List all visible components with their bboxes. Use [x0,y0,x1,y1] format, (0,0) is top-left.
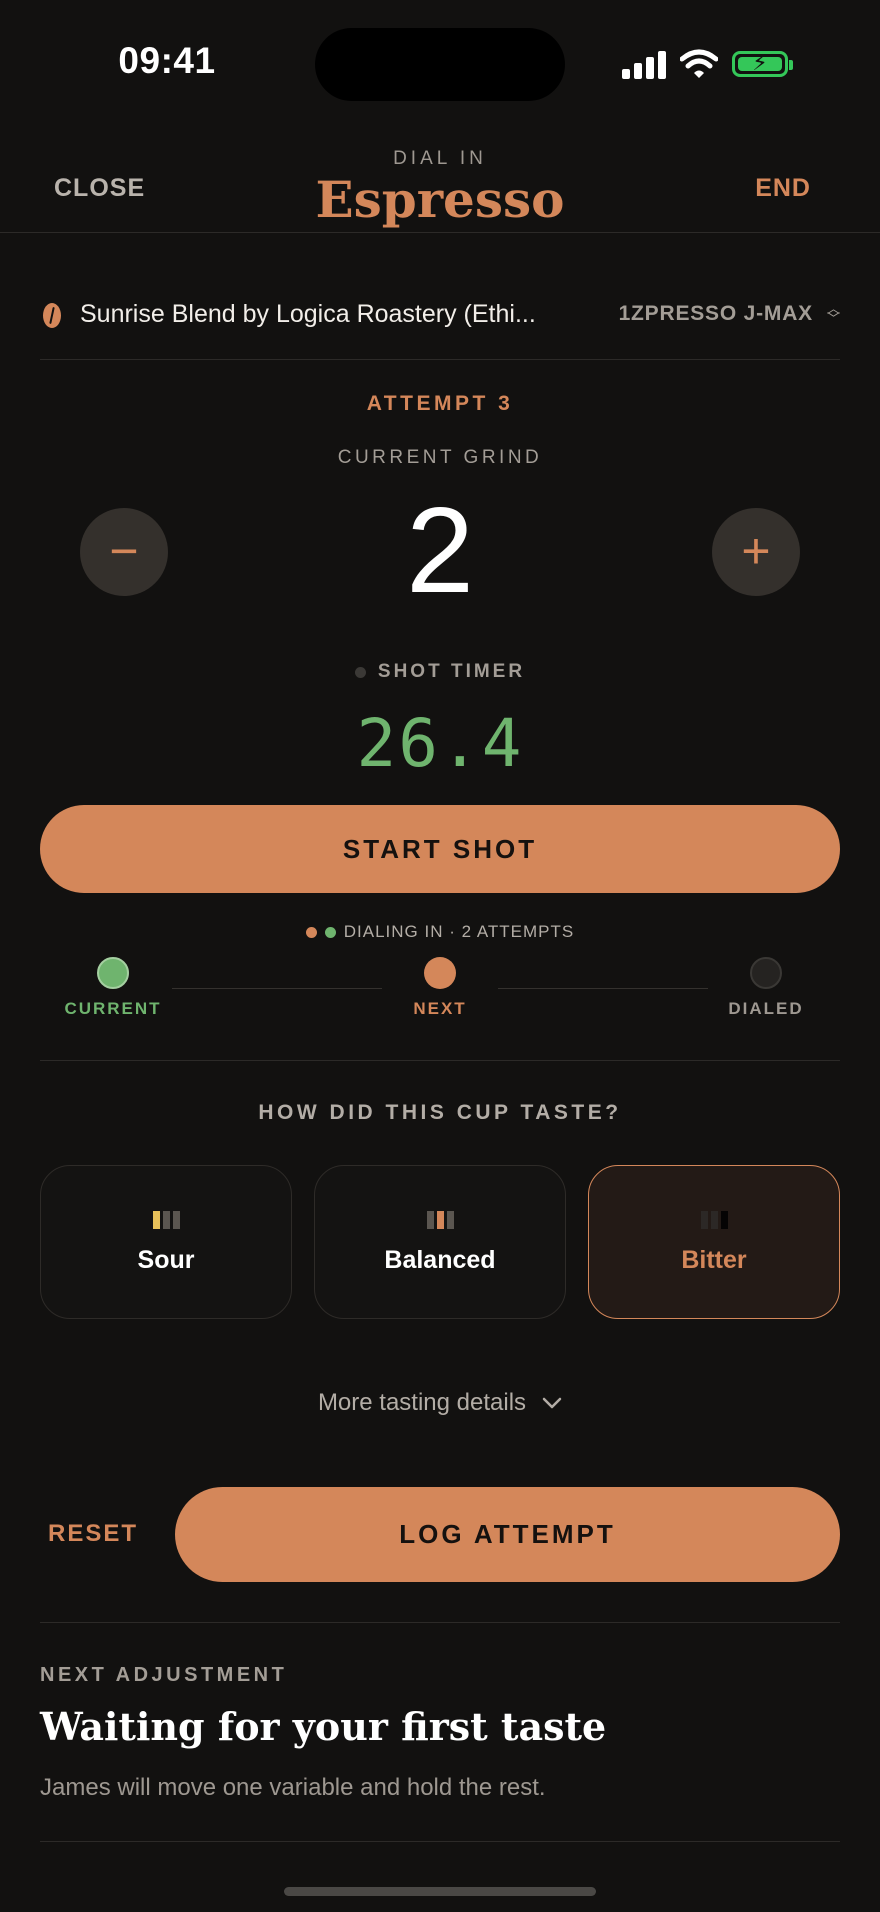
step-current-label: CURRENT [64,999,162,1018]
grind-increment-button[interactable]: + [712,508,800,596]
more-tasting-details-toggle[interactable]: More tasting details [0,1389,880,1417]
attempt-dot [305,926,317,938]
step-dialed-label: DIALED [728,999,804,1018]
shot-timer-label: SHOT TIMER [0,661,880,683]
wifi-icon [680,49,718,78]
header-divider [0,232,880,233]
plus-icon: + [741,523,771,579]
actions-divider [40,1622,840,1623]
log-attempt-button[interactable]: LOG ATTEMPT [175,1487,840,1582]
taste-option-sour[interactable]: Sour [40,1165,292,1319]
grind-label: CURRENT GRIND [337,447,543,468]
bitter-bars-icon [589,1211,839,1229]
end-button[interactable]: END [755,174,811,203]
shot-timer-text: SHOT TIMER [377,661,526,682]
cellular-signal-icon [622,49,666,79]
chevron-up-down-icon: ︿ ﹀ [826,301,840,326]
progress-summary-text: DIALING IN · 2 ATTEMPTS [343,922,575,941]
bean-selector[interactable]: Sunrise Blend by Logica Roastery (Ethi..… [80,300,536,329]
more-tasting-label: More tasting details [317,1389,527,1416]
home-indicator[interactable] [284,1887,596,1896]
progress-line [498,988,708,989]
step-next-label: NEXT [413,999,467,1018]
taste-option-bitter[interactable]: Bitter [588,1165,840,1319]
step-dialed-dot [750,957,782,989]
timer-status-dot [354,666,366,678]
next-adjustment-title: Waiting for your first taste [40,1704,607,1749]
step-current-dot [97,957,129,989]
minus-icon: − [109,523,139,579]
progress-summary: DIALING IN · 2 ATTEMPTS [0,922,880,942]
battery-charging-icon: ⚡ [732,50,793,77]
next-adjustment-kicker: NEXT ADJUSTMENT [40,1664,288,1686]
attempt-label: ATTEMPT 3 [366,392,514,415]
sour-bars-icon [41,1211,291,1229]
taste-question: HOW DID THIS CUP TASTE? [258,1101,622,1124]
page-title: Espresso [315,170,565,229]
balanced-bars-icon [315,1211,565,1229]
chevron-down-icon [542,1397,562,1409]
start-shot-button[interactable]: START SHOT [40,805,840,893]
taste-option-label: Bitter [681,1246,747,1274]
grinder-selector[interactable]: 1ZPRESSO J-MAX ︿ ﹀ [619,302,840,326]
section-divider [40,1060,840,1061]
grind-decrement-button[interactable]: − [80,508,168,596]
attempt-dot [324,926,336,938]
bean-divider [40,359,840,360]
coffee-bean-icon [43,303,61,328]
reset-button[interactable]: RESET [48,1520,138,1548]
taste-option-label: Sour [137,1246,195,1274]
progress-line [172,988,382,989]
taste-option-label: Balanced [384,1246,496,1274]
next-adjustment-subtitle: James will move one variable and hold th… [40,1774,546,1801]
shot-timer-value: 26.4 [356,705,524,782]
bottom-divider [40,1841,840,1842]
taste-option-balanced[interactable]: Balanced [314,1165,566,1319]
header-kicker: DIAL IN [393,148,487,169]
status-time: 09:41 [118,40,216,81]
status-icons: ⚡ [622,44,793,84]
dynamic-island [315,28,565,101]
grinder-label: 1ZPRESSO J-MAX [618,302,813,325]
step-next-dot [424,957,456,989]
